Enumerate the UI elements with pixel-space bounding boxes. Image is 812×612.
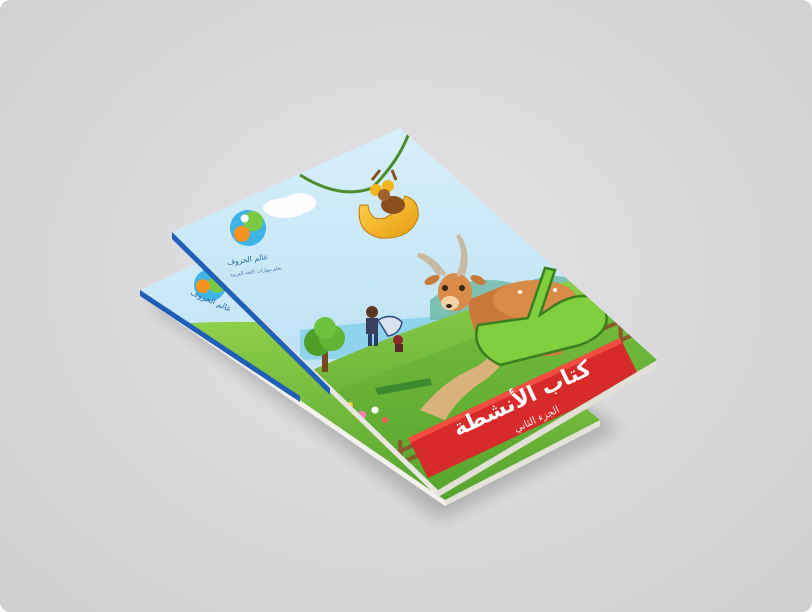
mockup-stage: عالم الحروف عالم الحروف تعلم مهارات اللغ… xyxy=(0,0,812,612)
book-mockup-scene: عالم الحروف عالم الحروف تعلم مهارات اللغ… xyxy=(140,128,657,520)
